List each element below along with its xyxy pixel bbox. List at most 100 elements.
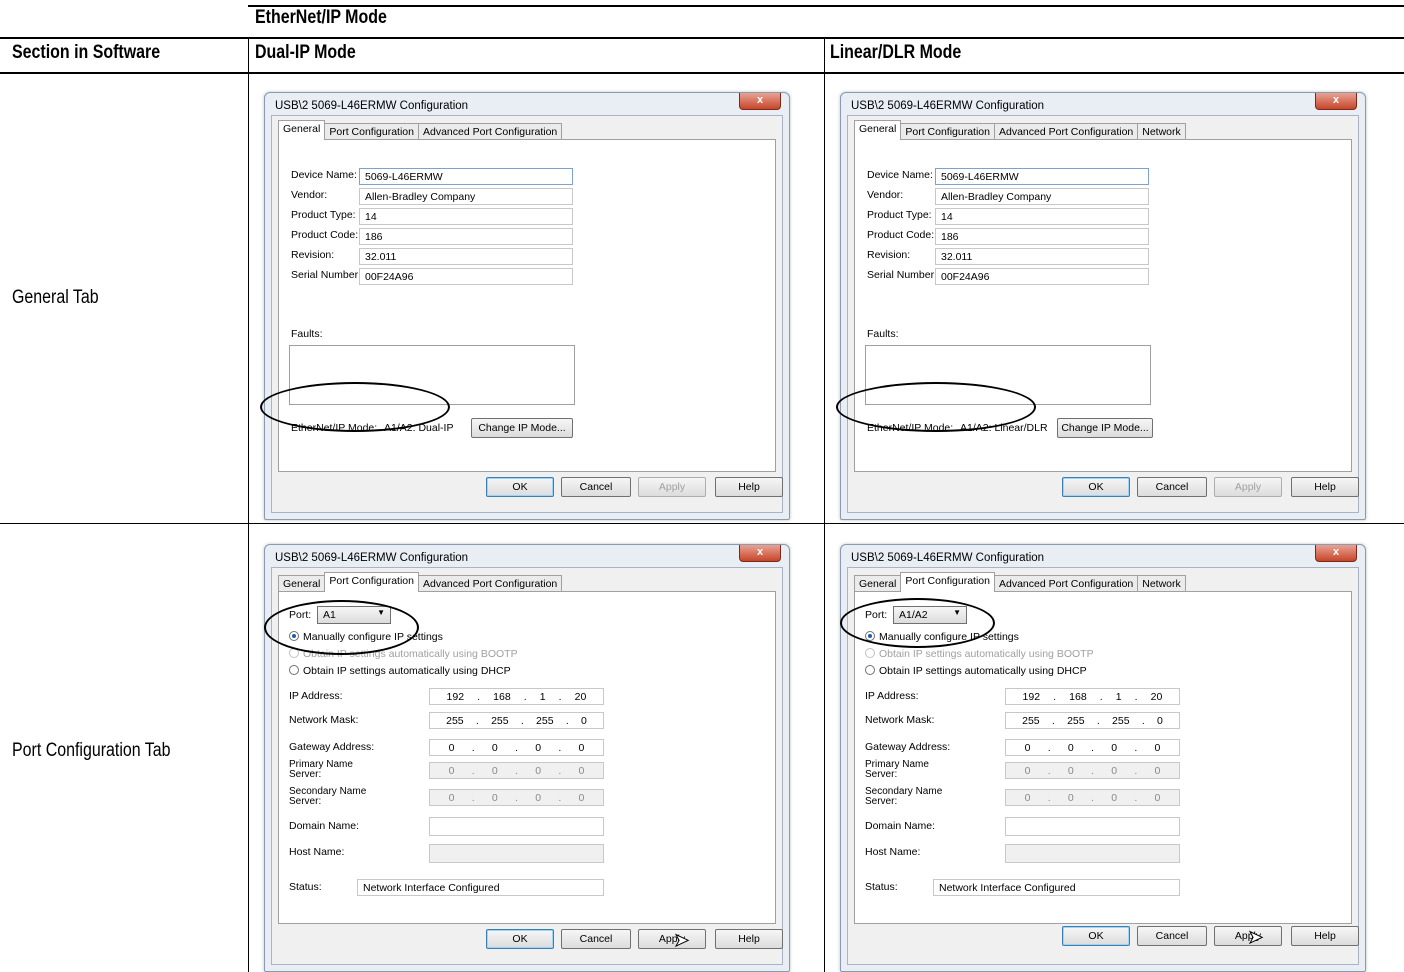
- close-button[interactable]: x: [739, 545, 781, 562]
- tab-general[interactable]: General: [278, 120, 326, 140]
- ok-button[interactable]: OK: [486, 929, 554, 949]
- host-name-label: Host Name:: [865, 846, 921, 858]
- ip-octet: 1: [539, 690, 546, 703]
- tab-port-configuration[interactable]: Port Configuration: [324, 572, 419, 592]
- tab-advanced-port-configuration[interactable]: Advanced Port Configuration: [994, 575, 1139, 592]
- ip-octet: 0: [1111, 791, 1118, 804]
- close-button[interactable]: x: [739, 93, 781, 110]
- ok-button[interactable]: OK: [1062, 477, 1130, 497]
- serial-number-field: 00F24A96: [935, 268, 1149, 285]
- close-button[interactable]: x: [1315, 545, 1357, 562]
- col-section-header: Section in Software: [12, 42, 161, 63]
- cancel-button[interactable]: Cancel: [1137, 477, 1207, 497]
- secondary-name-server-label: Secondary Name Server:: [289, 787, 366, 807]
- ip-octet: 0: [1111, 764, 1118, 777]
- cancel-button[interactable]: Cancel: [561, 477, 631, 497]
- secondary-name-server-field: 0.0.0.0: [1005, 789, 1180, 806]
- host-name-field[interactable]: [1005, 844, 1180, 863]
- cancel-button[interactable]: Cancel: [1137, 926, 1207, 946]
- ip-address-field[interactable]: 192. 168. 1. 20: [429, 688, 604, 705]
- domain-name-field[interactable]: [429, 817, 604, 836]
- ip-octet: 0: [580, 714, 587, 727]
- help-button[interactable]: Help: [715, 477, 783, 497]
- product-code-field: 186: [359, 228, 573, 245]
- tab-general[interactable]: General: [854, 120, 902, 140]
- change-ip-mode-button[interactable]: Change IP Mode...: [471, 418, 573, 438]
- cancel-button[interactable]: Cancel: [561, 929, 631, 949]
- table-top-rule: [248, 5, 1404, 7]
- ip-address-label: IP Address:: [865, 690, 919, 702]
- ip-octet: 255: [446, 714, 464, 727]
- ip-octet: 0: [1111, 741, 1118, 754]
- change-ip-mode-button[interactable]: Change IP Mode...: [1057, 418, 1153, 438]
- header-rule-1: [0, 37, 1404, 39]
- radio-dhcp-label: Obtain IP settings automatically using D…: [303, 665, 511, 677]
- serial-number-label: Serial Number:: [291, 269, 362, 281]
- domain-name-field[interactable]: [1005, 817, 1180, 836]
- revision-field: 32.011: [935, 248, 1149, 265]
- apply-button[interactable]: Apply: [638, 477, 706, 497]
- revision-label: Revision:: [867, 249, 911, 261]
- ip-octet: 255: [1112, 714, 1130, 727]
- help-button[interactable]: Help: [715, 929, 783, 949]
- tab-network[interactable]: Network: [1137, 123, 1186, 140]
- gateway-field[interactable]: 0.0.0.0: [429, 739, 604, 756]
- host-name-field[interactable]: [429, 844, 604, 863]
- product-type-label: Product Type:: [867, 209, 932, 221]
- gateway-label: Gateway Address:: [289, 741, 375, 753]
- radio-off-icon: [865, 665, 875, 675]
- device-name-field[interactable]: 5069-L46ERMW: [359, 168, 573, 185]
- product-type-field: 14: [359, 208, 573, 225]
- highlight-ellipse-mode-dual: [260, 382, 450, 432]
- apply-button[interactable]: Apply: [638, 929, 706, 949]
- dialog-body: General Port Configuration Advanced Port…: [847, 115, 1359, 513]
- tab-strip: General Port Configuration Advanced Port…: [854, 572, 1186, 592]
- revision-field: 32.011: [359, 248, 573, 265]
- device-name-field[interactable]: 5069-L46ERMW: [935, 168, 1149, 185]
- ip-octet: 0: [578, 741, 585, 754]
- radio-off-icon: [289, 665, 299, 675]
- label-line: Server:: [865, 796, 898, 807]
- tab-network[interactable]: Network: [1137, 575, 1186, 592]
- tab-advanced-port-configuration[interactable]: Advanced Port Configuration: [418, 575, 563, 592]
- ip-octet: 0: [491, 741, 498, 754]
- tab-general[interactable]: General: [278, 575, 326, 592]
- tab-general[interactable]: General: [854, 575, 902, 592]
- vendor-field: Allen-Bradley Company: [359, 188, 573, 205]
- dialog-title: USB\2 5069-L46ERMW Configuration: [275, 552, 469, 564]
- ip-octet: 0: [1067, 791, 1074, 804]
- vendor-field: Allen-Bradley Company: [935, 188, 1149, 205]
- help-button[interactable]: Help: [1291, 477, 1359, 497]
- network-mask-field[interactable]: 255. 255. 255. 0: [429, 712, 604, 729]
- highlight-ellipse-port-dual: [264, 600, 419, 655]
- radio-dhcp[interactable]: Obtain IP settings automatically using D…: [865, 665, 1087, 677]
- tab-advanced-port-configuration[interactable]: Advanced Port Configuration: [418, 123, 563, 140]
- radio-dhcp[interactable]: Obtain IP settings automatically using D…: [289, 665, 511, 677]
- tab-strip: General Port Configuration Advanced Port…: [278, 120, 563, 140]
- ok-button[interactable]: OK: [486, 477, 554, 497]
- ip-octet: 192: [446, 690, 465, 703]
- ip-octet: 0: [578, 764, 585, 777]
- product-type-label: Product Type:: [291, 209, 356, 221]
- dialog-title: USB\2 5069-L46ERMW Configuration: [851, 100, 1045, 112]
- network-mask-field[interactable]: 255. 255. 255. 0: [1005, 712, 1180, 729]
- apply-button[interactable]: Apply: [1214, 477, 1282, 497]
- product-code-label: Product Code:: [867, 229, 935, 241]
- gateway-field[interactable]: 0.0.0.0: [1005, 739, 1180, 756]
- status-label: Status:: [289, 881, 322, 893]
- close-button[interactable]: x: [1315, 93, 1357, 110]
- dialog-title: USB\2 5069-L46ERMW Configuration: [275, 100, 469, 112]
- ip-address-field[interactable]: 192. 168. 1. 20: [1005, 688, 1180, 705]
- ok-button[interactable]: OK: [1062, 926, 1130, 946]
- label-line: Server:: [289, 769, 322, 780]
- tab-advanced-port-configuration[interactable]: Advanced Port Configuration: [994, 123, 1139, 140]
- tab-port-configuration[interactable]: Port Configuration: [324, 123, 419, 140]
- mouse-cursor-icon: ➤: [673, 930, 690, 951]
- tab-port-configuration[interactable]: Port Configuration: [900, 123, 995, 140]
- domain-name-label: Domain Name:: [289, 820, 360, 832]
- tab-port-configuration[interactable]: Port Configuration: [900, 572, 995, 592]
- help-button[interactable]: Help: [1291, 926, 1359, 946]
- status-field: Network Interface Configured: [933, 879, 1180, 896]
- tab-strip: General Port Configuration Advanced Port…: [854, 120, 1186, 140]
- radio-bootp[interactable]: Obtain IP settings automatically using B…: [865, 648, 1094, 660]
